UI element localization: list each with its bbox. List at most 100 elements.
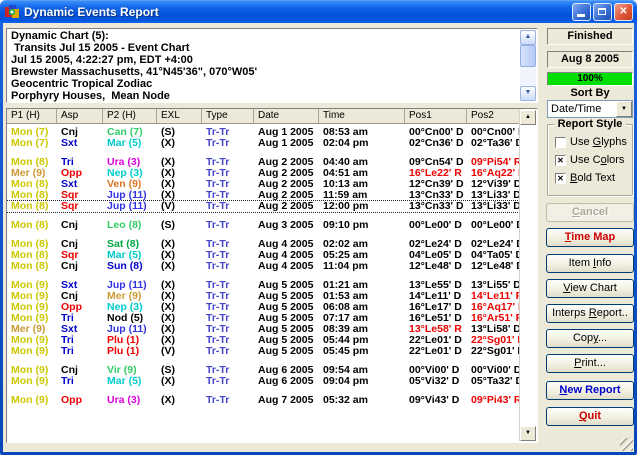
- cell: Nep (3): [103, 168, 157, 179]
- cell: 09°Pi43' R: [467, 395, 521, 406]
- checkbox-box[interactable]: ✕: [555, 155, 566, 166]
- cell: Nod (5): [103, 313, 157, 324]
- table-row-separator: [7, 212, 537, 220]
- cell: 11:04 pm: [319, 261, 405, 272]
- cell: Jup (11): [103, 324, 157, 335]
- cell: Cnj: [57, 291, 103, 302]
- cell: Aug 2 2005: [254, 157, 319, 168]
- table-row[interactable]: Mon (9)TriPlu (1)(V)Tr-TrAug 5 200505:45…: [7, 346, 521, 357]
- copy-button[interactable]: Copy...: [546, 329, 634, 348]
- view-chart-button[interactable]: View Chart: [546, 279, 634, 298]
- table-row[interactable]: Mon (8)SqrJup (11)(X)Tr-TrAug 2 200511:5…: [7, 190, 521, 201]
- cell: 13°Li58' D: [467, 324, 521, 335]
- cell: 09:10 pm: [319, 220, 405, 231]
- cell: Aug 4 2005: [254, 239, 319, 250]
- cell: 08:53 am: [319, 127, 405, 138]
- cell: 05:25 am: [319, 250, 405, 261]
- table-row[interactable]: Mon (8)CnjLeo (8)(S)Tr-TrAug 3 200509:10…: [7, 220, 521, 231]
- cell: 00°Vi00' D: [405, 365, 467, 376]
- table-row[interactable]: Mon (9)CnjMer (9)(X)Tr-TrAug 5 200501:53…: [7, 291, 521, 302]
- quit-button[interactable]: Quit: [546, 407, 634, 426]
- table-row[interactable]: Mon (7)CnjCan (7)(S)Tr-TrAug 1 200508:53…: [7, 127, 521, 138]
- table-row-separator: [7, 387, 537, 395]
- column-header-pos2: Pos2: [467, 109, 521, 123]
- cell: 02°Cn36' D: [405, 138, 467, 149]
- cell: Tr-Tr: [202, 346, 254, 357]
- status-box: Finished: [547, 28, 633, 45]
- cell: 22°Le01' D: [405, 335, 467, 346]
- cell: Tr-Tr: [202, 313, 254, 324]
- table-row[interactable]: Mon (9)TriNod (5)(X)Tr-TrAug 5 200507:17…: [7, 313, 521, 324]
- scrollbar-thumb[interactable]: [520, 45, 536, 67]
- maximize-button[interactable]: [593, 3, 612, 21]
- cell: (S): [157, 220, 202, 231]
- interps-report-button[interactable]: Interps Report..: [546, 304, 634, 323]
- cell: Tr-Tr: [202, 127, 254, 138]
- titlebar: Dynamic Events Report ✕: [0, 0, 637, 23]
- cell: 02:04 pm: [319, 138, 405, 149]
- close-button[interactable]: ✕: [614, 3, 633, 21]
- cell: 05°Vi32' D: [405, 376, 467, 387]
- checkbox-use-glyphs[interactable]: Use Glyphs: [555, 136, 632, 148]
- cell: Aug 6 2005: [254, 376, 319, 387]
- checkbox-box[interactable]: [555, 137, 566, 148]
- cell: 05°Ta32' D: [467, 376, 521, 387]
- checkbox-box[interactable]: ✕: [555, 173, 566, 184]
- scroll-down-icon[interactable]: ▼: [520, 86, 536, 101]
- table-row[interactable]: Mon (8)CnjSun (8)(X)Tr-TrAug 4 200511:04…: [7, 261, 521, 272]
- scroll-up-icon[interactable]: ▲: [520, 110, 536, 125]
- cell: Tri: [57, 376, 103, 387]
- table-row[interactable]: Mon (9)SxtJup (11)(X)Tr-TrAug 5 200501:2…: [7, 280, 521, 291]
- cell: Aug 2 2005: [254, 201, 319, 212]
- new-report-button[interactable]: New Report: [546, 381, 634, 400]
- cell: 04°Le05' D: [405, 250, 467, 261]
- cell: Nep (3): [103, 302, 157, 313]
- table-row[interactable]: Mon (9)TriPlu (1)(X)Tr-TrAug 5 200505:44…: [7, 335, 521, 346]
- scroll-up-icon[interactable]: ▲: [520, 30, 536, 45]
- table-row[interactable]: Mer (9)SxtJup (11)(X)Tr-TrAug 5 200508:3…: [7, 324, 521, 335]
- item-info-button[interactable]: Item Info: [546, 254, 634, 273]
- resize-grip[interactable]: [620, 438, 633, 451]
- table-row[interactable]: Mer (9)OppNep (3)(X)Tr-TrAug 2 200504:51…: [7, 168, 521, 179]
- checkbox-bold-text[interactable]: ✕ Bold Text: [555, 172, 632, 184]
- minimize-button[interactable]: [572, 3, 591, 21]
- cell: 11:59 am: [319, 190, 405, 201]
- cell: Aug 2 2005: [254, 168, 319, 179]
- chevron-down-icon[interactable]: ▼: [616, 101, 632, 117]
- cell: Mon (8): [7, 250, 57, 261]
- progress-bar: 100%: [547, 72, 633, 86]
- sidebar: Finished Aug 8 2005 100% Sort By Date/Ti…: [546, 23, 634, 452]
- scroll-down-icon[interactable]: ▼: [520, 426, 536, 441]
- cell: Sqr: [57, 250, 103, 261]
- cell: Aug 5 2005: [254, 335, 319, 346]
- table-row-selected[interactable]: Mon (8)SqrJup (11)(V)Tr-TrAug 2 200512:0…: [7, 201, 521, 212]
- table-row[interactable]: Mon (9)OppNep (3)(X)Tr-TrAug 5 200506:08…: [7, 302, 521, 313]
- cell: 13°Le58' R: [405, 324, 467, 335]
- print-button[interactable]: Print...: [546, 354, 634, 373]
- cell: Tr-Tr: [202, 220, 254, 231]
- cell: Aug 2 2005: [254, 190, 319, 201]
- column-header-p2: P2 (H): [103, 109, 157, 123]
- time-map-button[interactable]: Time Map: [546, 228, 634, 247]
- table-row[interactable]: Mon (9)OppUra (3)(X)Tr-TrAug 7 200505:32…: [7, 395, 521, 406]
- table-row[interactable]: Mon (8)SqrMar (5)(X)Tr-TrAug 4 200505:25…: [7, 250, 521, 261]
- table-row[interactable]: Mon (9)TriMar (5)(X)Tr-TrAug 6 200509:04…: [7, 376, 521, 387]
- cell: Ura (3): [103, 157, 157, 168]
- cell: (X): [157, 291, 202, 302]
- cell: Tr-Tr: [202, 365, 254, 376]
- cell: 09:54 am: [319, 365, 405, 376]
- table-row[interactable]: Mon (8)CnjSat (8)(X)Tr-TrAug 4 200502:02…: [7, 239, 521, 250]
- cell: Can (7): [103, 127, 157, 138]
- table-scrollbar[interactable]: ▲ ▼: [519, 110, 536, 441]
- info-scrollbar[interactable]: ▲ ▼: [520, 30, 536, 101]
- cell: Tr-Tr: [202, 179, 254, 190]
- sort-by-dropdown[interactable]: Date/Time ▼: [547, 100, 633, 118]
- cell: Tr-Tr: [202, 190, 254, 201]
- table-row[interactable]: Mon (7)SxtMar (5)(X)Tr-TrAug 1 200502:04…: [7, 138, 521, 149]
- checkbox-use-colors[interactable]: ✕ Use Colors: [555, 154, 632, 166]
- cell: 05:44 pm: [319, 335, 405, 346]
- cell: (X): [157, 138, 202, 149]
- table-row[interactable]: Mon (8)SxtVen (9)(X)Tr-TrAug 2 200510:13…: [7, 179, 521, 190]
- table-row[interactable]: Mon (8)TriUra (3)(X)Tr-TrAug 2 200504:40…: [7, 157, 521, 168]
- table-row[interactable]: Mon (9)CnjVir (9)(S)Tr-TrAug 6 200509:54…: [7, 365, 521, 376]
